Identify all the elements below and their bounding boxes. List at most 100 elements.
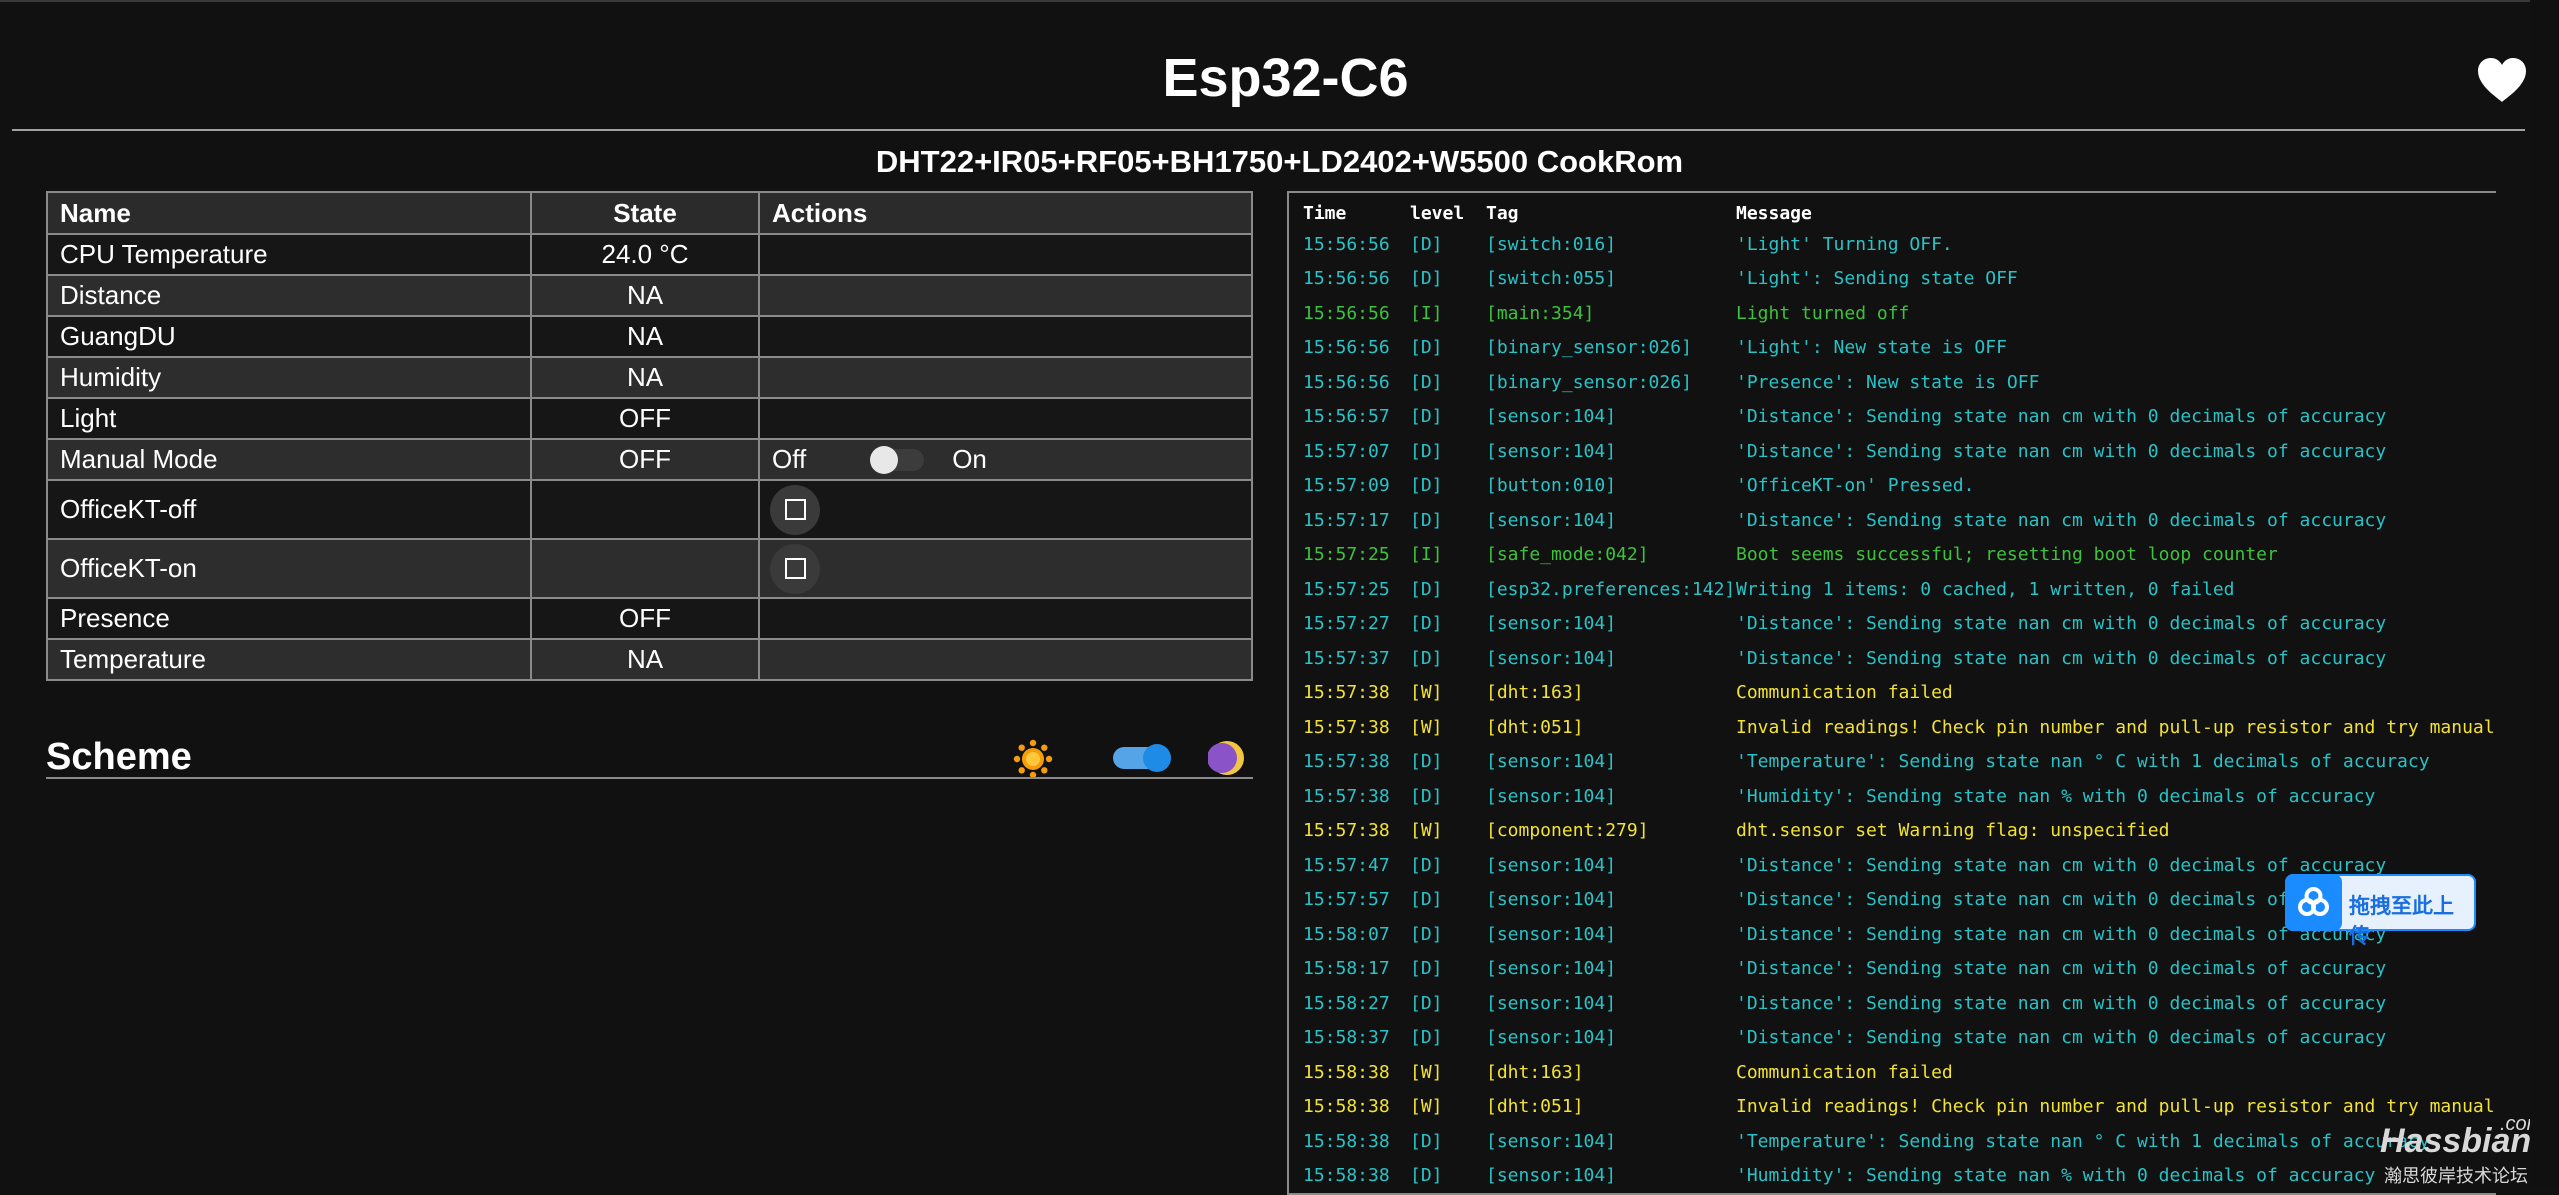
log-tag: [sensor:104] bbox=[1486, 1130, 1617, 1152]
log-tag: [binary_sensor:026] bbox=[1486, 337, 1692, 358]
log-message: 'Distance': Sending state nan cm with 0 … bbox=[1736, 613, 2387, 634]
log-level: [D] bbox=[1410, 854, 1443, 876]
log-time: 15:58:37 bbox=[1303, 1027, 1390, 1048]
moon-icon bbox=[1208, 741, 1244, 775]
log-time: 15:57:37 bbox=[1303, 647, 1390, 669]
log-time: 15:58:38 bbox=[1303, 1165, 1390, 1186]
log-time: 15:57:38 bbox=[1303, 820, 1390, 841]
log-header-level: level bbox=[1410, 203, 1465, 224]
entity-state: NA bbox=[530, 356, 760, 399]
log-time: 15:57:38 bbox=[1303, 785, 1390, 807]
log-row: 15:56:57 [D] [sensor:104] 'Distance': Sendi… bbox=[1289, 400, 2496, 435]
log-message: Invalid readings! Check pin number and p… bbox=[1736, 1096, 2496, 1117]
page-scrollbar[interactable] bbox=[2530, 0, 2559, 1188]
switch-on-label: On bbox=[952, 444, 987, 474]
log-tag: [sensor:104] bbox=[1486, 923, 1617, 945]
entity-actions bbox=[758, 397, 1253, 440]
log-message: 'Temperature': Sending state nan ° C wit… bbox=[1736, 1130, 2430, 1152]
log-message: Boot seems successful; resetting boot lo… bbox=[1736, 544, 2278, 565]
log-row: 15:58:38 [D] [sensor:104] 'Temperature': Se… bbox=[1289, 1125, 2496, 1160]
watermark-tagline: 瀚思彼岸技术论坛 bbox=[2384, 1166, 2528, 1186]
log-level: [W] bbox=[1410, 1061, 1443, 1083]
log-time: 15:58:38 bbox=[1303, 1130, 1390, 1152]
table-row-officekt-on: OfficeKT-on bbox=[46, 538, 1253, 599]
log-message: 'Distance': Sending state nan cm with 0 … bbox=[1736, 406, 2387, 427]
log-message: Light turned off bbox=[1736, 302, 1910, 324]
log-message: 'Light': Sending state OFF bbox=[1736, 268, 2018, 289]
log-row: 15:57:09 [D] [button:010] 'OfficeKT-on' Pre… bbox=[1289, 469, 2496, 504]
square-icon bbox=[784, 558, 806, 579]
log-level: [D] bbox=[1410, 509, 1443, 531]
officekt-off-press-button[interactable] bbox=[770, 484, 820, 535]
entity-actions bbox=[758, 597, 1253, 640]
log-tag: [switch:016] bbox=[1486, 233, 1617, 255]
log-level: [D] bbox=[1410, 475, 1443, 496]
entity-name: GuangDU bbox=[46, 315, 532, 358]
scheme-dark-toggle[interactable] bbox=[1113, 744, 1171, 772]
heart-icon[interactable] bbox=[2476, 56, 2528, 104]
log-message: 'Light' Turning OFF. bbox=[1736, 233, 1953, 255]
log-row: 15:57:38 [W] [dht:051] Invalid readings! Ch… bbox=[1289, 711, 2496, 746]
log-time: 15:56:56 bbox=[1303, 337, 1390, 358]
log-message: 'Distance': Sending state nan cm with 0 … bbox=[1736, 854, 2387, 876]
log-level: [D] bbox=[1410, 371, 1443, 393]
log-tag: [dht:163] bbox=[1486, 682, 1584, 703]
log-header-message: Message bbox=[1736, 203, 1812, 224]
log-level: [D] bbox=[1410, 1130, 1443, 1152]
log-row: 15:57:25 [I] [safe_mode:042] Boot seems suc… bbox=[1289, 538, 2496, 573]
log-tag: [dht:051] bbox=[1486, 716, 1584, 738]
entity-state: OFF bbox=[530, 597, 760, 640]
log-time: 15:58:17 bbox=[1303, 958, 1390, 979]
log-row: 15:57:38 [D] [sensor:104] 'Temperature': Se… bbox=[1289, 745, 2496, 780]
log-time: 15:57:17 bbox=[1303, 509, 1390, 531]
log-level: [D] bbox=[1410, 958, 1443, 979]
log-message: 'Presence': New state is OFF bbox=[1736, 371, 2040, 393]
log-tag: [sensor:104] bbox=[1486, 785, 1617, 807]
entity-name: Presence bbox=[46, 597, 532, 640]
log-message: 'Distance': Sending state nan cm with 0 … bbox=[1736, 647, 2387, 669]
log-header: Time level Tag Message bbox=[1289, 193, 2496, 228]
watermark-brand: Hassbian bbox=[2380, 1122, 2532, 1160]
table-row-humidity: Humidity NA bbox=[46, 356, 1253, 399]
log-level: [D] bbox=[1410, 785, 1443, 807]
log-tag: [dht:051] bbox=[1486, 1096, 1584, 1117]
entity-name: Manual Mode bbox=[46, 438, 532, 481]
table-header-row: Name State Actions bbox=[46, 191, 1253, 235]
log-time: 15:57:38 bbox=[1303, 751, 1390, 772]
entity-state: NA bbox=[530, 274, 760, 317]
log-tag: [sensor:104] bbox=[1486, 647, 1617, 669]
log-time: 15:57:57 bbox=[1303, 889, 1390, 910]
sun-icon bbox=[1013, 739, 1053, 779]
entity-actions bbox=[758, 274, 1253, 317]
log-panel[interactable]: Time level Tag Message 15:56:56 [D] [switc… bbox=[1287, 191, 2496, 1195]
log-row: 15:56:56 [D] [binary_sensor:026] 'Light': N… bbox=[1289, 331, 2496, 366]
log-row: 15:57:38 [W] [dht:163] Communication failed bbox=[1289, 676, 2496, 711]
log-message: Writing 1 items: 0 cached, 1 written, 0 … bbox=[1736, 578, 2235, 600]
log-row: 15:56:56 [D] [switch:016] 'Light' Turning O… bbox=[1289, 228, 2496, 263]
entity-name: OfficeKT-on bbox=[46, 538, 532, 599]
entity-name: Distance bbox=[46, 274, 532, 317]
log-level: [D] bbox=[1410, 1027, 1443, 1048]
log-time: 15:58:07 bbox=[1303, 923, 1390, 945]
entity-name: Humidity bbox=[46, 356, 532, 399]
log-message: Communication failed bbox=[1736, 1061, 1953, 1083]
log-time: 15:57:09 bbox=[1303, 475, 1390, 496]
window-top-border bbox=[0, 0, 2559, 2]
log-level: [I] bbox=[1410, 544, 1443, 565]
manual-mode-toggle[interactable] bbox=[870, 445, 925, 474]
log-time: 15:58:27 bbox=[1303, 992, 1390, 1014]
toggle-knob bbox=[1143, 744, 1171, 772]
log-row: 15:57:17 [D] [sensor:104] 'Distance': Sendi… bbox=[1289, 504, 2496, 539]
drag-upload-widget[interactable]: 拖拽至此上传 bbox=[2285, 874, 2476, 948]
entity-state: OFF bbox=[530, 397, 760, 440]
entity-actions bbox=[758, 479, 1253, 540]
log-row: 15:57:38 [W] [component:279] dht.sensor set… bbox=[1289, 814, 2496, 849]
officekt-on-press-button[interactable] bbox=[770, 543, 820, 594]
cloud-upload-icon bbox=[2285, 874, 2342, 931]
log-level: [W] bbox=[1410, 820, 1443, 841]
log-tag: [sensor:104] bbox=[1486, 958, 1617, 979]
column-header-name: Name bbox=[46, 191, 532, 235]
log-message: 'Light': New state is OFF bbox=[1736, 337, 2007, 358]
table-row-presence: Presence OFF bbox=[46, 597, 1253, 640]
log-tag: [sensor:104] bbox=[1486, 509, 1617, 531]
